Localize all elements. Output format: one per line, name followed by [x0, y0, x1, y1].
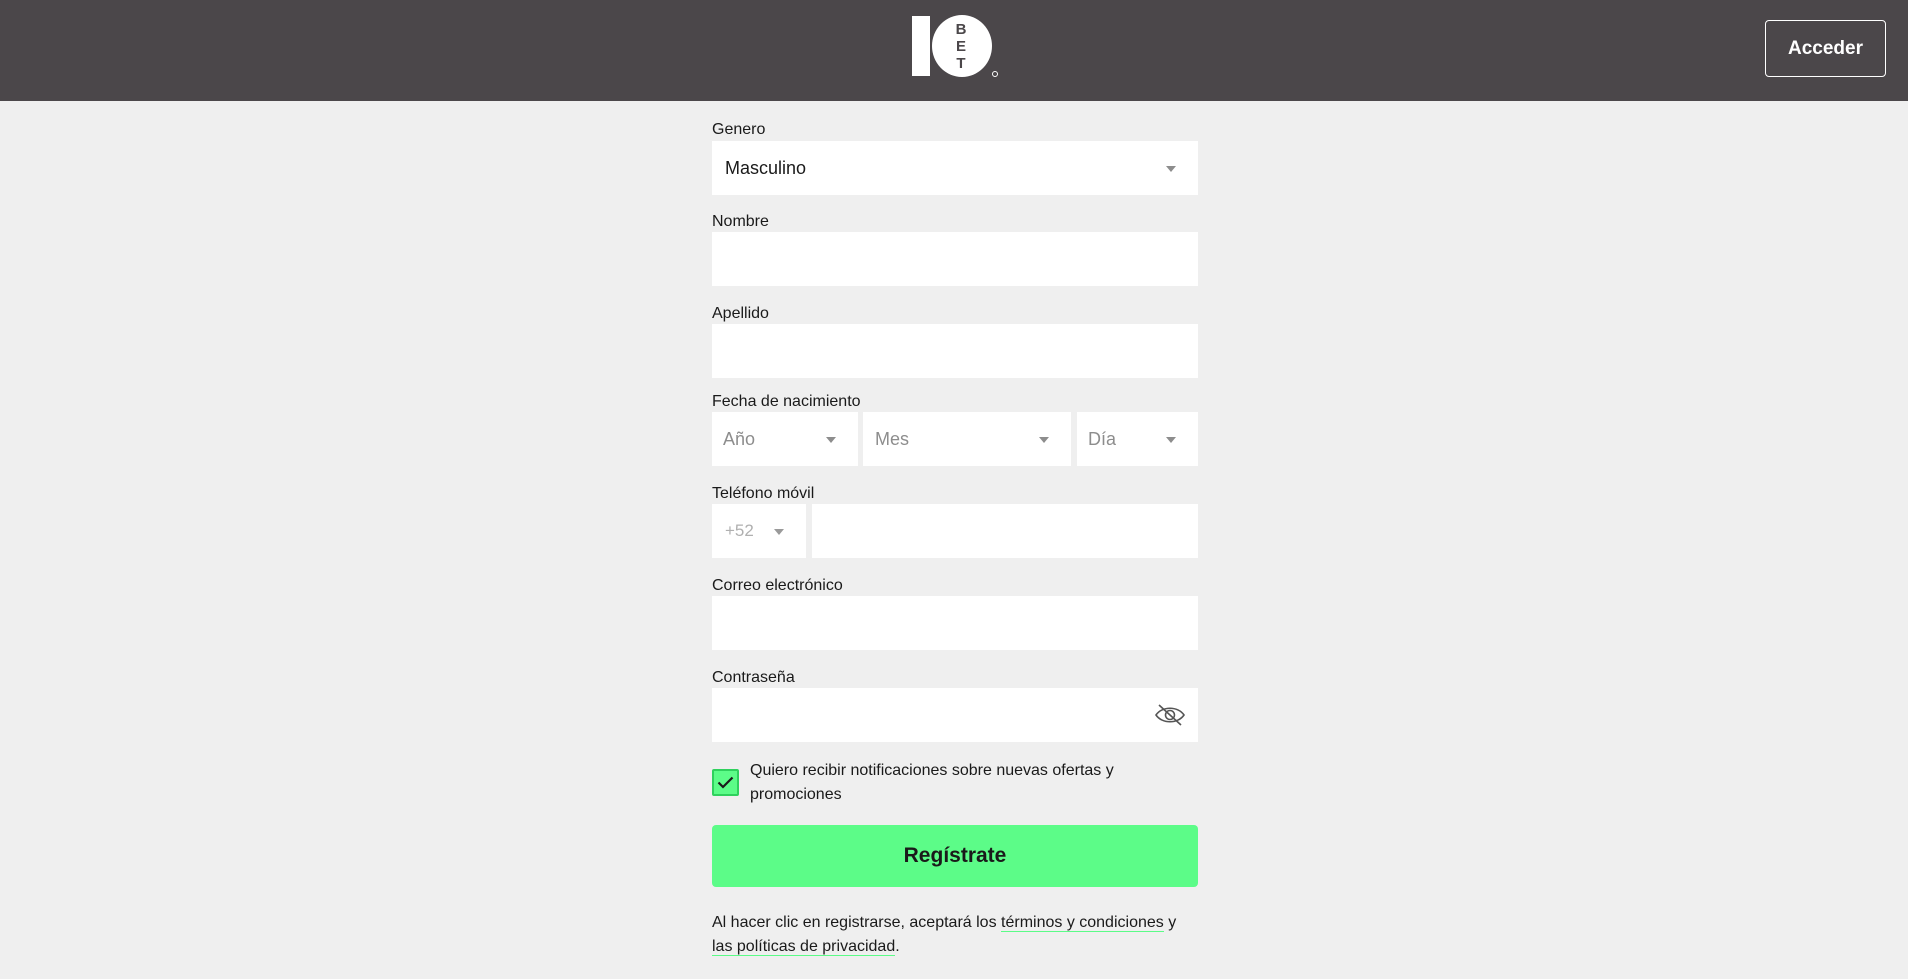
login-button[interactable]: Acceder: [1765, 20, 1886, 77]
terms-link[interactable]: términos y condiciones: [1001, 914, 1164, 932]
birth-month-placeholder: Mes: [875, 428, 910, 449]
svg-text:T: T: [956, 55, 965, 72]
notifications-label: Quiero recibir notificaciones sobre nuev…: [750, 762, 1114, 803]
brand-logo[interactable]: B E T: [912, 14, 998, 78]
country-code-select[interactable]: +52: [712, 504, 806, 558]
country-code-value: +52: [725, 521, 754, 540]
checkmark-icon: [717, 776, 734, 789]
birth-day-select[interactable]: Día: [1077, 412, 1198, 466]
svg-text:E: E: [956, 38, 966, 55]
terms-suffix: .: [895, 938, 900, 955]
eye-slash-icon[interactable]: [1154, 702, 1186, 728]
birth-day-placeholder: Día: [1088, 428, 1117, 449]
svg-text:B: B: [956, 21, 967, 38]
chevron-down-icon: [1166, 437, 1176, 443]
phone-input[interactable]: [812, 504, 1198, 558]
privacy-link[interactable]: las políticas de privacidad: [712, 938, 896, 956]
birthdate-label: Fecha de nacimiento: [712, 393, 861, 410]
password-input[interactable]: [712, 688, 1198, 742]
password-label: Contraseña: [712, 669, 795, 686]
last-name-input[interactable]: [712, 324, 1198, 378]
chevron-down-icon: [826, 437, 836, 443]
birth-year-placeholder: Año: [723, 428, 756, 449]
terms-text: Al hacer clic en registrarse, aceptará l…: [712, 911, 1198, 959]
terms-prefix: Al hacer clic en registrarse, aceptará l…: [712, 914, 1002, 931]
birth-month-select[interactable]: Mes: [863, 412, 1071, 466]
birth-year-select[interactable]: Año: [712, 412, 858, 466]
email-label: Correo electrónico: [712, 577, 843, 594]
chevron-down-icon: [1039, 437, 1049, 443]
terms-middle: y: [1163, 914, 1177, 931]
gender-select[interactable]: Masculino: [712, 141, 1198, 195]
first-name-label: Nombre: [712, 213, 769, 230]
phone-label: Teléfono móvil: [712, 485, 815, 502]
chevron-down-icon: [774, 529, 784, 535]
gender-label: Genero: [712, 121, 766, 138]
register-button[interactable]: Regístrate: [712, 825, 1198, 887]
first-name-input[interactable]: [712, 232, 1198, 286]
last-name-label: Apellido: [712, 305, 769, 322]
top-header: B E T Acceder: [0, 0, 1908, 101]
notifications-checkbox[interactable]: [712, 769, 739, 796]
gender-value: Masculino: [725, 157, 807, 178]
email-input[interactable]: [712, 596, 1198, 650]
chevron-down-icon: [1166, 166, 1176, 172]
